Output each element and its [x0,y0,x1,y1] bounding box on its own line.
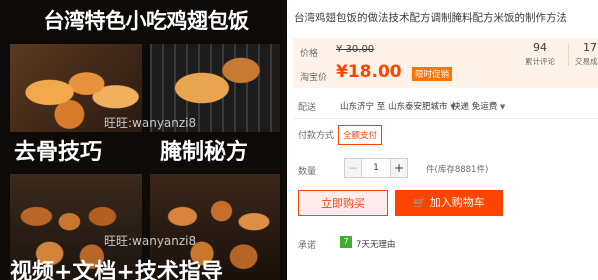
stock-info: 件(库存8881件) [426,165,489,175]
seven-day-return-icon: 7 [340,236,352,248]
add-to-cart-button[interactable]: 🛒 加入购物车 [395,190,503,216]
promise-label: 承诺 [298,241,317,251]
reviews-label: 累计评论 [525,57,555,66]
original-price: ¥ 30.00 [336,44,375,55]
shipping-method: 快递 免运费 [452,102,498,112]
image-bottom-text: 视频+文档+技术指导 [10,260,223,280]
divider [294,118,598,119]
buy-now-button[interactable]: 立即购买 [298,190,388,216]
sales-count: 17 [583,41,597,54]
taobao-price-label: 淘宝价 [300,73,328,83]
stat-divider [568,44,569,66]
shipping-method-select[interactable]: 快递 免运费 ▼ [452,100,505,112]
image-watermark: 旺旺:wanyanzi8 [104,234,197,248]
shipping-from: 山东济宁 至 [340,102,386,112]
shipping-destination: 山东泰安肥城市 [388,102,448,112]
reviews-count: 94 [533,41,547,54]
payment-label: 付款方式 [298,131,335,141]
sales-stat: 17 交易成功 [570,40,598,67]
product-image[interactable]: 台湾特色小吃鸡翅包饭 去骨技巧 腌制秘方 旺旺:wanyanzi8 旺旺:wan… [0,0,287,280]
quantity-stepper: − 1 + [344,158,408,178]
decrease-button[interactable]: − [345,159,361,177]
reviews-stat[interactable]: 94 累计评论 [516,40,564,67]
chevron-down-icon: ▼ [499,103,506,111]
increase-button[interactable]: + [391,159,407,177]
shipping-destination-select[interactable]: 山东泰安肥城市 ▼ [388,100,456,112]
product-detail-panel: 台湾鸡翅包饭的做法技术配方调制腌料配方米饭的制作方法 价格 ¥ 30.00 淘宝… [290,0,598,280]
product-title: 台湾鸡翅包饭的做法技术配方调制腌料配方米饭的制作方法 [294,12,567,24]
image-overlay-boning: 去骨技巧 [14,140,103,165]
current-price: ¥18.00 [336,62,402,82]
image-headline: 台湾特色小吃鸡翅包饭 [43,9,250,33]
quantity-input[interactable]: 1 [361,159,391,177]
image-watermark: 旺旺:wanyanzi8 [104,116,197,130]
price-box: 价格 ¥ 30.00 淘宝价 ¥18.00 限时促销 94 累计评论 17 交易… [294,38,598,88]
sales-label: 交易成功 [575,57,598,66]
price-label: 价格 [300,49,319,59]
shipping-label: 配送 [298,103,317,113]
image-overlay-marinade: 腌制秘方 [160,140,249,165]
cart-icon: 🛒 [413,198,426,209]
payment-option-full[interactable]: 全额支付 [338,125,383,145]
promotion-badge: 限时促销 [412,67,453,81]
promise-text[interactable]: 7天无理由 [356,238,395,250]
add-to-cart-label: 加入购物车 [429,196,485,209]
quantity-label: 数量 [298,167,317,177]
